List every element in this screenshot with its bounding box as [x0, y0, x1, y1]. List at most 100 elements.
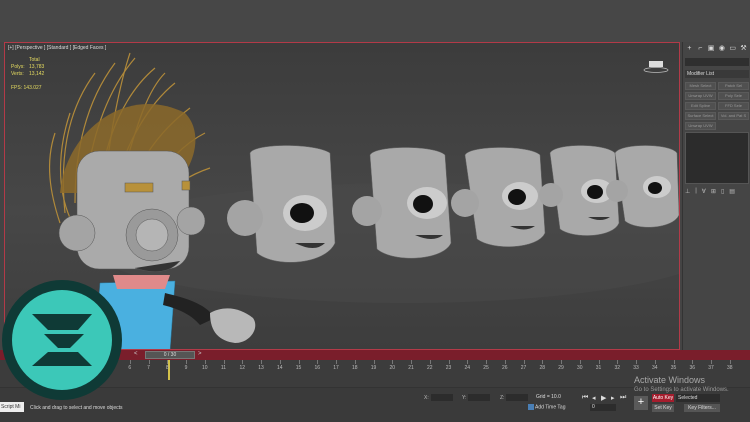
coord-x[interactable]: X:	[424, 394, 453, 401]
ruler-tick-label: 33	[633, 365, 639, 371]
ruler-tick-label: 20	[389, 365, 396, 371]
pin-stack-icon[interactable]: ⊥	[685, 188, 690, 195]
stats-overlay: Total Polys: 13,783 Verts: 13,142	[11, 57, 44, 78]
grid-size: Grid = 10.0	[536, 394, 561, 400]
play-icon[interactable]: ▶	[601, 394, 606, 402]
ruler-tick	[373, 360, 375, 364]
ruler-tick-label: 19	[370, 365, 377, 371]
modifier-button[interactable]: Surface Select	[685, 112, 716, 120]
go-to-end-icon[interactable]: ⏭	[620, 394, 626, 402]
ruler-tick-label: 29	[558, 365, 564, 371]
coord-y-field[interactable]	[468, 394, 491, 401]
ruler-tick	[504, 360, 506, 364]
fps-label: FPS:	[11, 85, 23, 91]
next-frame-arrow[interactable]: >	[198, 351, 202, 357]
ruler-tick	[223, 360, 225, 364]
configure-sets-icon[interactable]: ▯	[721, 188, 724, 195]
coord-x-label: X:	[424, 394, 429, 401]
polys-label: Polys:	[11, 64, 25, 70]
modifier-list-dropdown[interactable]: Modifier List	[685, 70, 749, 78]
polys-value: 13,783	[29, 64, 45, 70]
create-tab-icon[interactable]: +	[686, 45, 693, 53]
ruler-tick	[242, 360, 244, 364]
viewport-label[interactable]: [+] [Perspective ] [Standard ] [Edged Fa…	[8, 45, 106, 51]
key-selection-dropdown[interactable]: Selected	[676, 394, 720, 402]
ruler-tick	[692, 360, 694, 364]
utilities-tab-icon[interactable]: ⚒	[740, 45, 747, 53]
watermark-subtitle: Go to Settings to activate Windows.	[634, 387, 729, 393]
current-frame-field[interactable]: 0	[590, 404, 616, 411]
ruler-tick-label: 24	[464, 365, 471, 371]
modifier-button[interactable]: Poly Sele	[718, 92, 749, 100]
watermark-title: Activate Windows	[634, 375, 706, 385]
command-panel: + ⌐ ▣ ◉ ▭ ⚒ Modifier List Mesh Select Pa…	[682, 42, 750, 350]
command-panel-tabs: + ⌐ ▣ ◉ ▭ ⚒	[683, 42, 750, 56]
ruler-tick-label: 34	[651, 365, 658, 371]
verts-value: 13,142	[29, 71, 45, 77]
go-to-start-icon[interactable]: ⏮	[582, 394, 588, 402]
remove-modifier-icon[interactable]: ⊞	[711, 188, 716, 195]
ruler-tick	[448, 360, 450, 364]
ruler-tick	[729, 360, 731, 364]
maxscript-listener[interactable]: Script Mi	[0, 402, 24, 412]
ruler-tick	[711, 360, 712, 364]
time-tag-icon	[528, 404, 534, 410]
modifier-button[interactable]: Edit Spline	[685, 102, 716, 110]
verts-label: Verts:	[11, 71, 24, 77]
coord-x-field[interactable]	[430, 394, 453, 401]
ruler-tick-label: 9	[184, 365, 188, 371]
show-end-result-icon[interactable]: |	[695, 188, 697, 195]
ruler-tick-label: 21	[408, 365, 414, 371]
fps-value: 143.027	[23, 85, 42, 91]
prev-frame-arrow[interactable]: <	[134, 351, 138, 357]
modifier-button[interactable]: Patch Sel	[718, 82, 749, 90]
set-key-button[interactable]: Set Key	[652, 404, 674, 412]
hierarchy-tab-icon[interactable]: ▣	[708, 45, 715, 53]
viewcube-icon[interactable]	[643, 59, 669, 73]
add-time-tag[interactable]: Add Time Tag	[528, 404, 565, 410]
ruler-tick-label: 15	[295, 365, 302, 371]
modifier-button[interactable]: Vol. and Pat S	[718, 112, 749, 120]
modify-tab-icon[interactable]: ⌐	[697, 45, 704, 53]
ruler-tick-label: 16	[314, 365, 321, 371]
modifier-stack[interactable]	[685, 132, 749, 184]
object-name-field[interactable]	[685, 58, 749, 66]
make-unique-icon[interactable]: ∀	[702, 188, 706, 195]
ruler-tick-label: 25	[483, 365, 489, 371]
stack-menu-icon[interactable]: ▤	[729, 188, 735, 195]
fps-readout: FPS: 143.027	[11, 85, 42, 91]
display-tab-icon[interactable]: ▭	[729, 45, 736, 53]
coord-z-field[interactable]	[506, 394, 529, 401]
modifier-button[interactable]: FFD Sele	[718, 102, 749, 110]
ruler-tick	[486, 360, 487, 364]
coord-z[interactable]: Z:	[500, 394, 529, 401]
set-keys-icon[interactable]: +	[634, 396, 648, 410]
modifier-button[interactable]: Unwrap UVW	[685, 92, 716, 100]
ruler-tick-label: 27	[520, 365, 527, 371]
ruler-tick-label: 17	[333, 365, 339, 371]
prev-frame-icon[interactable]: ◂	[592, 394, 596, 402]
ruler-tick-label: 32	[614, 365, 621, 371]
ruler-tick-label: 13	[258, 365, 264, 371]
top-strip	[0, 0, 750, 42]
character-head	[58, 150, 206, 272]
modifier-button[interactable]: Mesh Select	[685, 82, 716, 90]
modifier-button[interactable]: Unwrap UVW	[685, 122, 716, 130]
auto-key-button[interactable]: Auto Key	[652, 394, 674, 402]
ruler-tick	[561, 360, 562, 364]
time-slider-thumb[interactable]: 0 / 30	[145, 351, 195, 359]
ruler-tick-label: 6	[128, 365, 132, 371]
3ds-max-logo-icon	[2, 280, 122, 400]
ruler-tick	[186, 360, 187, 364]
key-filters-button[interactable]: Key Filters...	[684, 404, 720, 412]
modifier-buttons: Mesh Select Patch Sel Unwrap UVW Poly Se…	[685, 82, 749, 130]
coord-y[interactable]: Y:	[462, 394, 491, 401]
ruler-tick	[204, 360, 206, 364]
ruler-tick	[129, 360, 131, 364]
ruler-tick	[392, 360, 394, 364]
ruler-tick-label: 26	[501, 365, 508, 371]
ruler-tick	[429, 360, 431, 364]
next-frame-icon[interactable]: ▸	[611, 394, 615, 402]
ruler-tick-label: 31	[595, 365, 602, 371]
motion-tab-icon[interactable]: ◉	[718, 45, 725, 53]
